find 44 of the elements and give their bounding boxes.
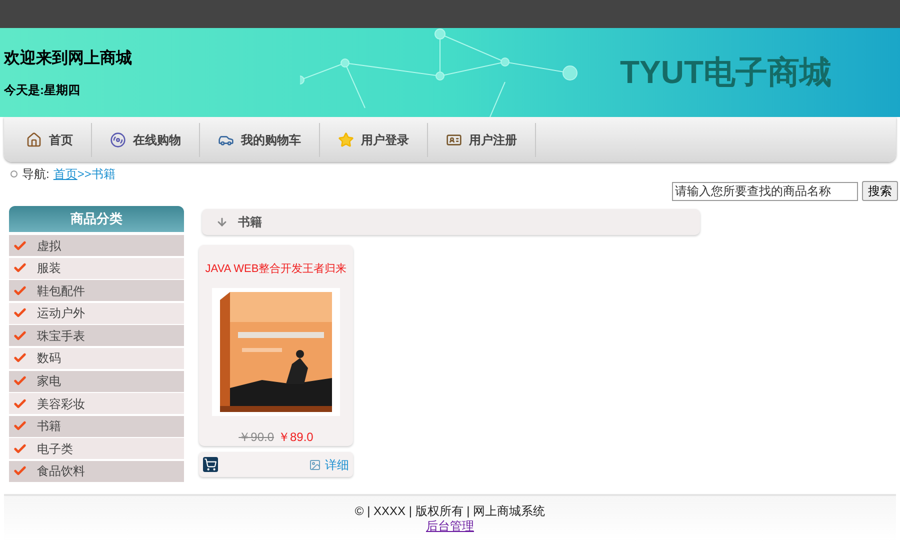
date-text: 今天是:星期四 [4, 82, 81, 98]
product-price: ￥89.0 [278, 428, 314, 446]
category-item[interactable]: 食品饮料 [9, 460, 184, 482]
star-icon [338, 132, 354, 148]
copyright-text: © | XXXX | 版权所有 | 网上商城系统 [354, 504, 546, 519]
nav-link[interactable]: 用户登录 [320, 130, 427, 148]
category-item[interactable]: 珠宝手表 [9, 325, 184, 346]
nav-link[interactable]: 首页 [8, 130, 91, 148]
site-logo: TYUT电子商城 [620, 52, 832, 92]
check-icon [13, 238, 27, 252]
disc-icon [110, 132, 126, 148]
old-price: ￥90.0 [238, 428, 274, 446]
category-item[interactable]: 美容彩妆 [9, 393, 184, 414]
bullet-icon [10, 170, 18, 178]
check-icon [13, 396, 27, 411]
id-card-icon [446, 132, 462, 148]
category-item[interactable]: 虚拟 [9, 235, 184, 256]
category-item[interactable]: 数码 [9, 348, 184, 369]
category-item[interactable]: 书籍 [9, 416, 184, 437]
search-field[interactable]: 请输入您所要查找的商品名称 [672, 182, 858, 200]
category-item[interactable]: 鞋包配件 [9, 280, 184, 302]
sidebar-header: 商品分类 [9, 206, 184, 232]
check-icon [13, 284, 27, 298]
breadcrumb-link[interactable]: 首页 [53, 165, 78, 183]
house-icon [26, 132, 42, 148]
category-item[interactable]: 服装 [9, 258, 184, 279]
search-button[interactable]: 搜索 [862, 181, 898, 201]
category-item[interactable]: 运动户外 [9, 302, 184, 324]
image-icon [309, 458, 321, 470]
product-title[interactable]: JAVA WEB整合开发王者归来 [205, 261, 347, 278]
breadcrumb-current: >>书籍 [77, 166, 116, 183]
category-item[interactable]: 电子类 [9, 438, 184, 460]
section-title: 书籍 [238, 214, 262, 231]
check-icon [13, 442, 27, 456]
arrow-down-icon [216, 216, 228, 228]
welcome-text: 欢迎来到网上商城 [4, 48, 133, 68]
check-icon [13, 328, 27, 343]
nav-link[interactable]: 在线购物 [92, 130, 199, 148]
nav-link[interactable]: 用户注册 [428, 130, 535, 148]
breadcrumb-label: 导航: [22, 166, 50, 183]
cart-icon[interactable] [203, 457, 218, 472]
admin-link[interactable]: 后台管理 [426, 519, 474, 534]
nav-link[interactable]: 我的购物车 [200, 130, 319, 148]
category-item[interactable]: 家电 [9, 370, 184, 392]
